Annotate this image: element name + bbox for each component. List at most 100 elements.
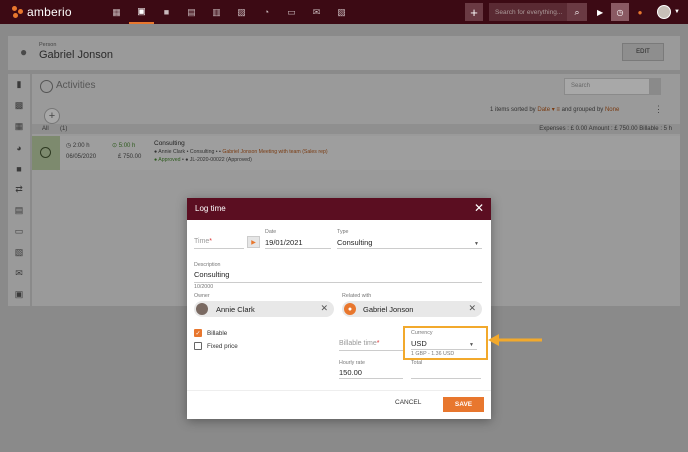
search-icon[interactable] xyxy=(650,78,661,95)
sort-field-dropdown[interactable]: Date xyxy=(537,107,550,113)
user-avatar[interactable] xyxy=(657,5,672,19)
filter-all-tab[interactable]: All xyxy=(42,126,49,132)
edit-button[interactable]: EDIT xyxy=(622,43,664,61)
chevron-down-icon[interactable]: ▼ xyxy=(474,241,479,247)
owner-avatar xyxy=(196,303,208,315)
quick-add-button[interactable]: + xyxy=(465,3,484,21)
related-name: Gabriel Jonson xyxy=(363,305,414,314)
history-icon[interactable]: ◔ xyxy=(254,0,279,24)
total-label: Total xyxy=(411,360,423,366)
calendar-icon[interactable]: ▨ xyxy=(229,0,254,24)
search-icon[interactable]: ⌕ xyxy=(567,3,588,21)
chart-icon[interactable]: ▧ xyxy=(329,0,354,24)
person-icon: ● xyxy=(20,45,28,59)
calendar-events-icon[interactable]: ▦ xyxy=(8,116,30,137)
notes-icon[interactable]: ▮ xyxy=(8,74,30,95)
billable-checkbox[interactable]: ✓ xyxy=(194,329,202,337)
more-options-icon[interactable]: ⋮ xyxy=(654,104,663,115)
entry-amount: £ 750.00 xyxy=(118,154,142,160)
record-type-label: Person xyxy=(39,42,57,48)
add-activity-button[interactable]: + xyxy=(44,108,60,124)
notification-icon[interactable]: ● xyxy=(631,3,649,21)
entry-owner: Annie Clark xyxy=(158,149,186,155)
top-bar: amberio ▦ ▣ ■ ▤ ▥ ▨ ◔ ▭ ✉ ▧ + Search for… xyxy=(0,0,688,24)
contacts-icon[interactable]: ▣ xyxy=(129,0,154,24)
date-label: Date xyxy=(265,229,277,235)
entry-meta: ● Annie Clark • Consulting • ▪ Gabriel J… xyxy=(154,149,328,155)
entry-date: 06/05/2020 xyxy=(66,154,97,160)
related-chip[interactable]: ● Gabriel Jonson ✕ xyxy=(342,301,482,317)
billable-time-label: Billable time xyxy=(339,340,377,347)
document-icon[interactable]: ▤ xyxy=(179,0,204,24)
logo-icon xyxy=(12,6,24,18)
billable-time-underline xyxy=(339,350,403,351)
timer-icon[interactable]: ◷ xyxy=(611,3,630,21)
chevron-down-icon[interactable]: ▼ xyxy=(674,9,680,15)
totals-summary: Expenses : £ 0.00 Amount : £ 750.00 Bill… xyxy=(539,126,672,132)
play-icon[interactable]: ▶ xyxy=(591,3,609,21)
entry-status-value: Approved xyxy=(158,157,181,163)
logo[interactable]: amberio xyxy=(12,5,92,19)
dashboard-icon[interactable]: ▦ xyxy=(104,0,129,24)
entry-related-link[interactable]: Gabriel Jonson Meeting with team (Sales … xyxy=(222,149,327,155)
billable-time-field[interactable]: Billable time* xyxy=(339,340,379,347)
entry-billable: ⊙ 5:00 h xyxy=(112,143,136,149)
folder-icon[interactable]: ▭ xyxy=(279,0,304,24)
footer-divider xyxy=(187,390,491,391)
hourly-rate-field[interactable]: 150.00 xyxy=(339,368,362,377)
entry-duration: ◷ 2:00 h xyxy=(66,143,90,149)
entry-billable-value: 5:00 h xyxy=(118,143,136,149)
time-field[interactable]: Time* xyxy=(194,238,212,245)
time-entry-icon xyxy=(32,136,60,170)
remove-related-icon[interactable]: ✕ xyxy=(468,303,476,314)
sort-order-icon[interactable]: ▾ ≡ xyxy=(552,107,560,113)
group-field-dropdown[interactable]: None xyxy=(605,107,619,113)
type-underline xyxy=(337,248,482,249)
shipping-icon[interactable]: ▭ xyxy=(8,221,30,242)
currency-highlight xyxy=(403,326,488,360)
files-icon[interactable]: ▧ xyxy=(8,242,30,263)
cancel-button[interactable]: CANCEL xyxy=(395,399,421,406)
briefcase-icon[interactable]: ■ xyxy=(154,0,179,24)
email-icon[interactable]: ✉ xyxy=(8,263,30,284)
bank-icon[interactable]: ▥ xyxy=(204,0,229,24)
remove-owner-icon[interactable]: ✕ xyxy=(320,303,328,314)
save-button[interactable]: SAVE xyxy=(443,397,484,412)
activity-row[interactable]: ◷ 2:00 h 06/05/2020 ⊙ 5:00 h £ 750.00 Co… xyxy=(32,136,680,170)
owner-chip[interactable]: Annie Clark ✕ xyxy=(194,301,334,317)
owner-label: Owner xyxy=(194,293,210,299)
global-search-input[interactable]: Search for everything... xyxy=(489,3,568,21)
entry-title: Consulting xyxy=(154,140,185,147)
type-label: Type xyxy=(337,229,349,235)
activities-search-input[interactable]: Search xyxy=(564,78,650,95)
sort-summary: 1 items sorted by Date ▾ ≡ and grouped b… xyxy=(490,106,619,113)
date-underline xyxy=(265,248,331,249)
mail-icon[interactable]: ✉ xyxy=(304,0,329,24)
dialog-title: Log time xyxy=(195,204,226,213)
start-timer-button[interactable]: ▶ xyxy=(247,236,260,248)
settings-icon[interactable]: ▣ xyxy=(8,284,30,305)
owner-name: Annie Clark xyxy=(216,305,255,314)
date-field[interactable]: 19/01/2021 xyxy=(265,238,303,247)
fixed-price-checkbox[interactable] xyxy=(194,342,202,350)
filter-count: (1) xyxy=(60,126,68,132)
billable-label: Billable xyxy=(207,330,228,337)
close-icon[interactable]: ✕ xyxy=(474,201,484,215)
main-nav: ▦ ▣ ■ ▤ ▥ ▨ ◔ ▭ ✉ ▧ xyxy=(104,0,354,24)
person-header: ● Person Gabriel Jonson EDIT xyxy=(8,36,680,70)
entry-ref[interactable]: JL-2020-00022 (Approved) xyxy=(190,157,252,163)
deals-icon[interactable]: ■ xyxy=(8,158,30,179)
activities-icon[interactable]: ◕ xyxy=(8,137,30,158)
brand-name: amberio xyxy=(27,5,72,19)
invoices-icon[interactable]: ▤ xyxy=(8,200,30,221)
page-title: Gabriel Jonson xyxy=(39,49,113,61)
annotation-arrow-icon xyxy=(488,334,542,346)
description-field[interactable]: Consulting xyxy=(194,270,229,279)
dialog-header: Log time ✕ xyxy=(187,198,491,220)
hourly-rate-label: Hourly rate xyxy=(339,360,365,366)
entry-duration-value: 2:00 h xyxy=(72,143,90,149)
transfer-icon[interactable]: ⇄ xyxy=(8,179,30,200)
type-select[interactable]: Consulting xyxy=(337,238,372,247)
tasks-icon[interactable]: ▩ xyxy=(8,95,30,116)
clock-icon xyxy=(40,80,53,93)
